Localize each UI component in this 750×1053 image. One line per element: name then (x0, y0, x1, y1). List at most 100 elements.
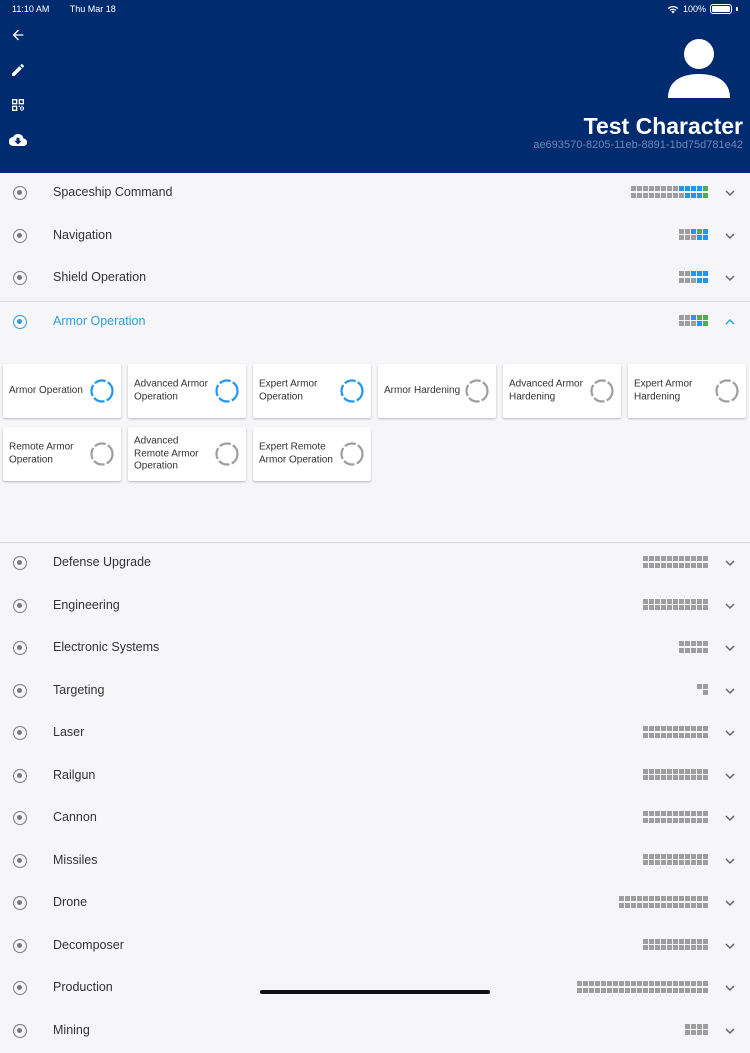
subskill-card[interactable]: Expert Armor Hardening (628, 364, 746, 418)
subskill-card[interactable]: Armor Operation (3, 364, 121, 418)
subskill-card[interactable]: Advanced Remote Armor Operation (128, 427, 246, 481)
chevron-up-icon[interactable] (724, 316, 736, 328)
subskill-label: Advanced Armor Hardening (509, 379, 589, 404)
level-pip (703, 818, 708, 823)
level-pip (649, 988, 654, 993)
cloud-download-icon[interactable] (8, 130, 28, 150)
skill-group-row[interactable]: Missiles (0, 841, 750, 884)
level-pip (673, 556, 678, 561)
level-pip (685, 648, 690, 653)
home-indicator (260, 990, 490, 994)
chevron-down-icon[interactable] (724, 642, 736, 654)
skill-group-row[interactable]: Mining (0, 1011, 750, 1053)
level-pip (625, 988, 630, 993)
level-pip (691, 1030, 696, 1035)
level-pip (667, 939, 672, 944)
level-pip (655, 726, 660, 731)
skill-group-row[interactable]: Engineering (0, 586, 750, 629)
skill-group-row[interactable]: Railgun (0, 756, 750, 799)
level-pip (661, 556, 666, 561)
back-arrow-icon[interactable] (8, 25, 28, 45)
level-pip (691, 605, 696, 610)
level-pip (703, 726, 708, 731)
level-pip (661, 733, 666, 738)
chevron-down-icon[interactable] (724, 770, 736, 782)
level-pip (703, 278, 708, 283)
chevron-down-icon[interactable] (724, 855, 736, 867)
radio-indicator-icon (13, 811, 27, 825)
level-pip (703, 896, 708, 901)
level-pip (685, 896, 690, 901)
level-pip (649, 818, 654, 823)
subskill-card[interactable]: Armor Hardening (378, 364, 496, 418)
qr-code-icon[interactable] (8, 95, 28, 115)
skill-group-row[interactable]: Shield Operation (0, 258, 750, 301)
level-pip (673, 733, 678, 738)
subskill-card[interactable]: Remote Armor Operation (3, 427, 121, 481)
level-pip (613, 981, 618, 986)
level-pip (691, 315, 696, 320)
chevron-down-icon[interactable] (724, 812, 736, 824)
subskill-label: Armor Operation (9, 385, 89, 398)
level-pip (667, 854, 672, 859)
chevron-down-icon[interactable] (724, 600, 736, 612)
skill-group-row[interactable]: Armor Operation (0, 302, 750, 345)
level-pip (703, 1024, 708, 1029)
radio-indicator-icon (13, 726, 27, 740)
level-pip (667, 811, 672, 816)
skill-group-label: Defense Upgrade (53, 555, 151, 569)
subskill-card[interactable]: Expert Remote Armor Operation (253, 427, 371, 481)
level-pip (643, 818, 648, 823)
level-pip (643, 733, 648, 738)
skill-group-row[interactable]: Drone (0, 883, 750, 926)
skill-group-row[interactable]: Spaceship Command (0, 173, 750, 216)
chevron-down-icon[interactable] (724, 1025, 736, 1037)
level-pip (697, 775, 702, 780)
chevron-down-icon[interactable] (724, 272, 736, 284)
chevron-down-icon[interactable] (724, 982, 736, 994)
chevron-down-icon[interactable] (724, 727, 736, 739)
progress-ring-inactive-icon (214, 441, 240, 467)
level-pip (643, 563, 648, 568)
level-pip (703, 903, 708, 908)
level-pip (601, 988, 606, 993)
wifi-icon (667, 5, 679, 14)
level-pip (697, 1024, 702, 1029)
subskill-card[interactable]: Advanced Armor Operation (128, 364, 246, 418)
chevron-down-icon[interactable] (724, 897, 736, 909)
chevron-down-icon[interactable] (724, 187, 736, 199)
edit-pencil-icon[interactable] (8, 60, 28, 80)
level-pip (613, 988, 618, 993)
skill-group-row[interactable]: Navigation (0, 216, 750, 259)
level-pip (595, 981, 600, 986)
level-pip (649, 854, 654, 859)
level-pip (673, 605, 678, 610)
level-pip (673, 726, 678, 731)
chevron-down-icon[interactable] (724, 557, 736, 569)
level-pip (673, 769, 678, 774)
skill-group-row[interactable]: Defense Upgrade (0, 543, 750, 586)
skill-group-row[interactable]: Decomposer (0, 926, 750, 969)
status-time: 11:10 AM (12, 4, 49, 14)
level-pip (679, 988, 684, 993)
level-pip (673, 818, 678, 823)
progress-ring-inactive-icon (339, 441, 365, 467)
chevron-down-icon[interactable] (724, 230, 736, 242)
chevron-down-icon[interactable] (724, 685, 736, 697)
level-pip (697, 903, 702, 908)
skill-group-row[interactable]: Electronic Systems (0, 628, 750, 671)
level-pip (649, 605, 654, 610)
subskill-card[interactable]: Expert Armor Operation (253, 364, 371, 418)
subskill-card[interactable]: Advanced Armor Hardening (503, 364, 621, 418)
level-pip (691, 769, 696, 774)
skill-group-label: Laser (53, 725, 84, 739)
skill-group-row[interactable]: Laser (0, 713, 750, 756)
skill-group-row[interactable]: Cannon (0, 798, 750, 841)
level-pip (655, 981, 660, 986)
skill-group-label: Engineering (53, 598, 120, 612)
level-pip (619, 981, 624, 986)
chevron-down-icon[interactable] (724, 940, 736, 952)
level-pip (703, 193, 708, 198)
skill-group-row[interactable]: Targeting (0, 671, 750, 714)
level-pip (697, 235, 702, 240)
